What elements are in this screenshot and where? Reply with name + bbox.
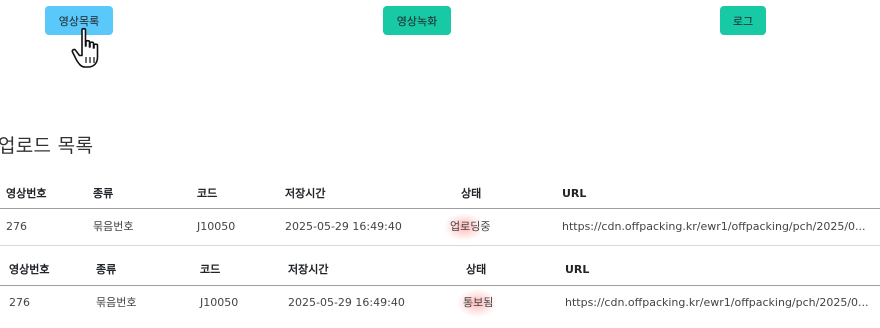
header-code: 코드 (197, 187, 218, 200)
cell-url-link[interactable]: https://cdn.offpacking.kr/ewr1/offpackin… (562, 216, 866, 238)
header-video-no: 영상번호 (9, 263, 50, 276)
cell-type: 묶음번호 (96, 296, 137, 309)
cell-status: 통보됨 (457, 289, 497, 317)
table-header-row: 영상번호 종류 코드 저장시간 상태 URL (0, 259, 880, 281)
header-video-no: 영상번호 (6, 187, 47, 200)
header-saved-time: 저장시간 (288, 263, 329, 276)
cell-video-no: 276 (9, 296, 30, 309)
header-code: 코드 (200, 263, 221, 276)
header-type: 종류 (96, 263, 117, 276)
header-url: URL (565, 263, 590, 276)
header-status: 상태 (466, 263, 487, 276)
header-saved-time: 저장시간 (285, 187, 326, 200)
cell-saved-time: 2025-05-29 16:49:40 (288, 296, 405, 309)
header-status: 상태 (461, 187, 482, 200)
header-type: 종류 (93, 187, 114, 200)
cell-code: J10050 (200, 296, 239, 309)
divider (0, 285, 880, 286)
cell-saved-time: 2025-05-29 16:49:40 (285, 220, 402, 233)
cell-url-link[interactable]: https://cdn.offpacking.kr/ewr1/offpackin… (565, 292, 869, 314)
divider (0, 208, 880, 209)
table-row: 276 묶음번호 J10050 2025-05-29 16:49:40 업로딩중… (0, 213, 880, 241)
header-url: URL (562, 187, 587, 200)
upload-list-title: 업로드 목록 (0, 135, 94, 157)
hand-pointer-icon (71, 27, 99, 68)
cell-status: 업로딩중 (444, 213, 490, 241)
table-row: 276 묶음번호 J10050 2025-05-29 16:49:40 통보됨 … (0, 289, 880, 317)
divider (0, 245, 880, 246)
cell-code: J10050 (197, 220, 236, 233)
video-record-button[interactable]: 영상녹화 (383, 6, 451, 35)
table-header-row: 영상번호 종류 코드 저장시간 상태 URL (0, 183, 880, 205)
cell-video-no: 276 (6, 220, 27, 233)
log-button[interactable]: 로그 (720, 6, 766, 35)
cell-type: 묶음번호 (93, 220, 134, 233)
